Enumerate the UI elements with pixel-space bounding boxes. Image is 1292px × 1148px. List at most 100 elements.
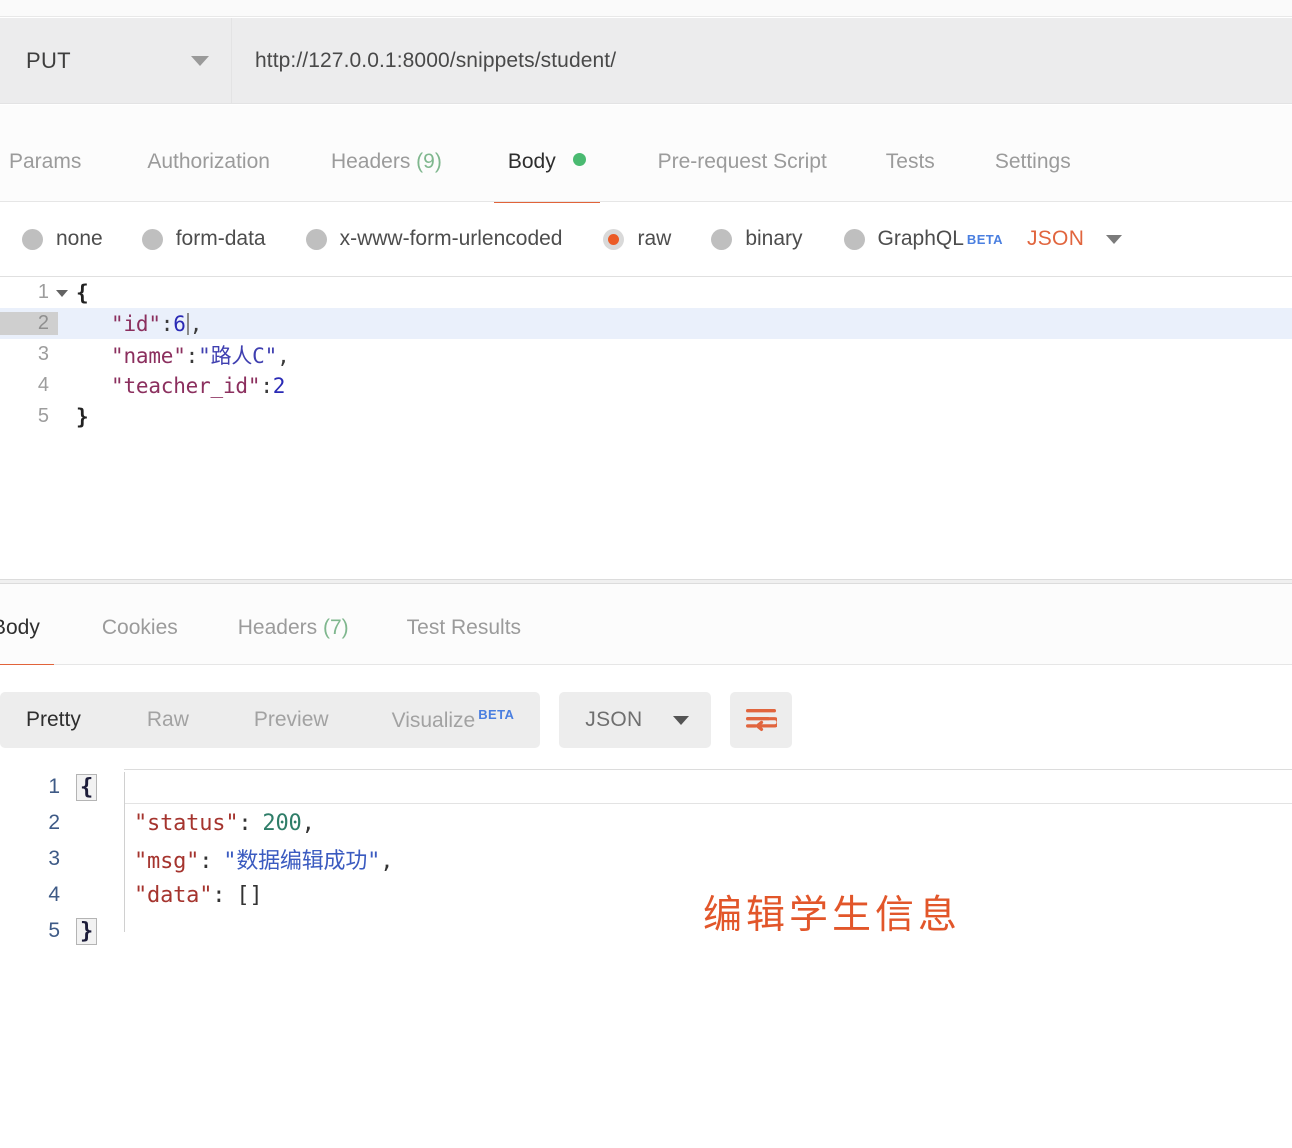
tab-tests-label: Tests (885, 150, 935, 173)
radio-raw-icon (603, 228, 625, 250)
response-code-line: 2 "status": 200, (0, 805, 1292, 841)
http-method-selector[interactable]: PUT (0, 18, 232, 104)
code-token: , (380, 849, 394, 874)
tab-authorization-label: Authorization (147, 150, 270, 173)
code-line: 2 "id":6, (0, 308, 1292, 339)
response-code-line: 3 "msg": "数据编辑成功", (0, 841, 1292, 877)
url-input[interactable]: http://127.0.0.1:8000/snippets/student/ (232, 18, 1292, 104)
code-token: 6 (173, 311, 186, 336)
response-tab-headers-count: (7) (322, 616, 349, 639)
response-tab-cookies[interactable]: Cookies (102, 616, 178, 668)
body-type-form-data-label: form-data (175, 227, 266, 250)
response-tab-body[interactable]: Body (0, 616, 54, 668)
annotation-text: 编辑学生信息 (703, 893, 962, 938)
view-mode-preview[interactable]: Preview (254, 708, 329, 732)
code-line: 5 } (0, 401, 1292, 432)
body-type-binary-label: binary (745, 227, 803, 250)
line-number: 3 (37, 343, 49, 365)
body-type-form-data[interactable]: form-data (141, 227, 266, 251)
response-view-mode-group: Pretty Raw Preview Visualize BETA (0, 692, 541, 748)
raw-format-chevron-down-icon[interactable] (1106, 234, 1123, 244)
code-token: , (301, 810, 315, 836)
tab-body-label: Body (507, 150, 556, 173)
http-method-label: PUT (26, 47, 71, 73)
tab-pre-request-script[interactable]: Pre-request Script (658, 150, 827, 206)
code-token: : (199, 849, 213, 874)
radio-binary-icon (711, 228, 733, 250)
response-code-line: 5 } (0, 913, 1292, 949)
line-number: 5 (48, 919, 60, 942)
code-token: } (76, 917, 98, 945)
window-top-strip (0, 0, 1292, 17)
tab-headers-label: Headers (330, 150, 411, 173)
response-tab-test-results[interactable]: Test Results (407, 616, 521, 668)
response-tab-test-results-label: Test Results (406, 616, 522, 639)
request-body-editor[interactable]: 1 { 2 "id":6, 3 "name":"路人C", 4 "teacher… (0, 276, 1292, 579)
code-token: : (238, 810, 252, 836)
radio-graphql-icon (843, 228, 865, 250)
response-tab-bar: Body Cookies Headers (7) Test Results (0, 584, 1292, 668)
body-type-options: none form-data x-www-form-urlencoded raw… (0, 203, 1292, 275)
response-format-label: JSON (585, 708, 643, 731)
code-token: { (76, 280, 89, 305)
response-tab-headers[interactable]: Headers (7) (238, 616, 349, 668)
code-token: : (260, 373, 273, 398)
code-token: "数据编辑成功" (223, 849, 381, 874)
code-token: [] (236, 882, 263, 908)
response-body-viewer[interactable]: 1 { 2 "status": 200, 3 "msg": "数据编辑成功", 4 … (0, 769, 1292, 999)
tab-headers[interactable]: Headers (9) (331, 150, 442, 206)
raw-format-selector[interactable]: JSON (1027, 227, 1084, 251)
body-type-none-label: none (56, 227, 103, 250)
tab-authorization[interactable]: Authorization (147, 150, 270, 206)
code-token: "data" (134, 882, 213, 908)
view-mode-visualize-label: Visualize (391, 709, 476, 732)
code-token: "name" (111, 343, 186, 368)
code-token: "路人C" (198, 343, 278, 368)
body-type-raw-label: raw (637, 227, 672, 250)
body-present-dot-icon (572, 153, 586, 166)
view-mode-raw[interactable]: Raw (147, 708, 189, 732)
url-value: http://127.0.0.1:8000/snippets/student/ (255, 48, 617, 72)
body-type-raw[interactable]: raw (603, 227, 671, 251)
line-number: 1 (48, 775, 60, 798)
code-token: { (76, 773, 98, 801)
wrap-lines-icon (745, 709, 777, 731)
request-url-row: PUT http://127.0.0.1:8000/snippets/stude… (0, 18, 1292, 104)
tab-tests[interactable]: Tests (886, 150, 935, 206)
radio-none-icon (22, 228, 43, 250)
body-type-none[interactable]: none (22, 227, 103, 251)
request-tab-bar: Params Authorization Headers (9) Body Pr… (0, 105, 1292, 206)
tab-body[interactable]: Body (493, 150, 600, 206)
tab-params-label: Params (9, 150, 82, 173)
code-token: : (212, 882, 226, 908)
tab-params[interactable]: Params (9, 150, 81, 206)
view-mode-visualize[interactable]: Visualize BETA (392, 707, 515, 733)
response-tab-body-label: Body (0, 616, 40, 639)
body-type-binary[interactable]: binary (711, 227, 803, 251)
response-format-selector[interactable]: JSON (559, 692, 711, 748)
code-line: 1 { (0, 277, 1292, 308)
code-token: "id" (111, 311, 161, 336)
response-code-line: 1 { (0, 769, 1292, 805)
response-view-toolbar: Pretty Raw Preview Visualize BETA JSON (0, 665, 1292, 775)
line-number: 1 (37, 281, 49, 303)
code-token: : (185, 343, 199, 368)
tab-settings[interactable]: Settings (995, 150, 1071, 206)
tab-settings-label: Settings (994, 150, 1071, 173)
line-number: 3 (48, 847, 60, 870)
code-token: "msg" (134, 849, 200, 874)
code-line: 3 "name":"路人C", (0, 339, 1292, 370)
wrap-lines-button[interactable] (729, 692, 792, 748)
body-type-x-www-form-urlencoded[interactable]: x-www-form-urlencoded (305, 227, 563, 251)
chevron-down-icon (191, 55, 209, 66)
response-tab-headers-label: Headers (237, 616, 318, 639)
fold-caret-icon[interactable] (56, 290, 68, 297)
response-code-line: 4 "data": [] (0, 877, 1292, 913)
view-mode-pretty[interactable]: Pretty (26, 708, 81, 732)
line-number: 2 (0, 312, 58, 335)
body-type-graphql[interactable]: GraphQL BETA (843, 227, 1003, 251)
text-cursor (186, 312, 189, 335)
code-token: , (189, 311, 203, 336)
body-type-urlencoded-label: x-www-form-urlencoded (339, 227, 563, 250)
code-token: } (76, 404, 89, 429)
